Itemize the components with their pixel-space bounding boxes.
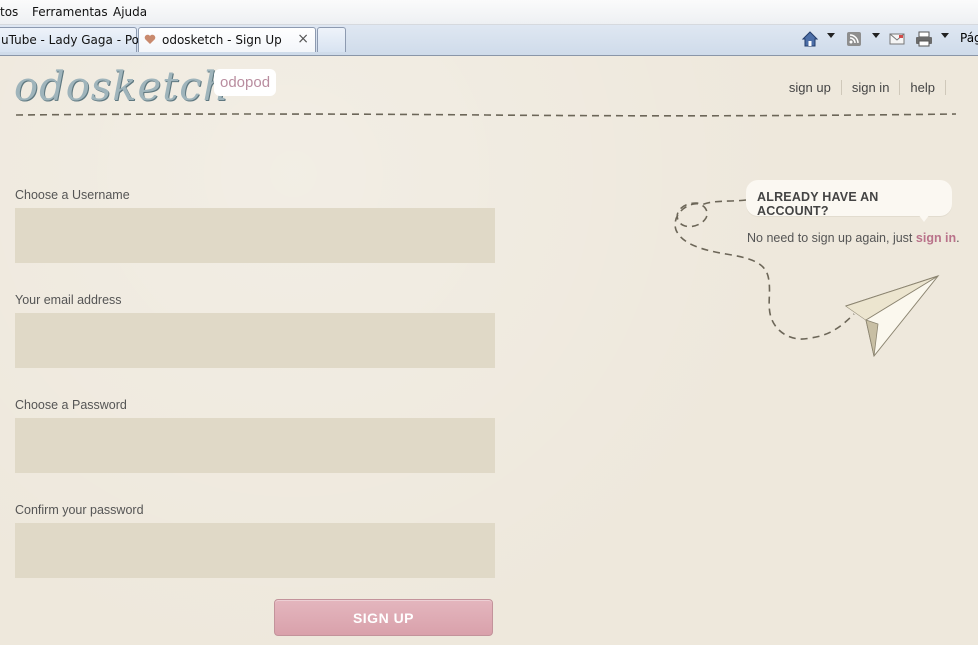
username-label: Choose a Username <box>15 188 130 202</box>
tab-label: odosketch - Sign Up <box>162 33 282 47</box>
aside-sign-in-link[interactable]: sign in <box>916 231 956 245</box>
home-icon[interactable] <box>801 30 819 48</box>
tab-label: uTube - Lady Gaga - Po... <box>1 33 151 47</box>
tab-odosketch-signup[interactable]: odosketch - Sign Up × <box>138 27 316 52</box>
rss-icon[interactable] <box>846 30 862 48</box>
nav-sign-up-link[interactable]: sign up <box>778 80 842 95</box>
print-dropdown-icon[interactable] <box>941 33 949 38</box>
tab-youtube[interactable]: uTube - Lady Gaga - Po... <box>0 27 150 52</box>
menu-item-ajuda[interactable]: Ajuda <box>113 5 147 19</box>
top-nav: sign up sign in help <box>778 80 946 95</box>
password-label: Choose a Password <box>15 398 127 412</box>
password-input[interactable] <box>15 418 495 473</box>
dashed-divider <box>16 113 956 117</box>
confirm-password-input[interactable] <box>15 523 495 578</box>
site-logo[interactable]: odosketch <box>14 64 229 110</box>
username-input[interactable] <box>15 208 495 263</box>
nav-sign-in-link[interactable]: sign in <box>841 80 901 95</box>
aside-hint: No need to sign up again, just sign in. <box>747 231 960 245</box>
menu-item-ferramentas[interactable]: Ferramentas <box>32 5 108 19</box>
email-input[interactable] <box>15 313 495 368</box>
nav-help-link[interactable]: help <box>900 80 946 95</box>
new-tab-button[interactable] <box>317 27 346 52</box>
rss-dropdown-icon[interactable] <box>872 33 880 38</box>
page-content: odosketch odopod sign up sign in help Choo… <box>0 56 978 645</box>
heart-icon <box>144 34 156 44</box>
browser-tabstrip: uTube - Lady Gaga - Po... odosketch - Si… <box>0 25 978 56</box>
bubble-tail <box>918 214 930 222</box>
close-icon[interactable]: × <box>297 31 309 47</box>
browser-menubar: tos Ferramentas Ajuda <box>0 0 978 25</box>
aside-text: No need to sign up again, just <box>747 231 913 245</box>
print-icon[interactable] <box>915 30 933 48</box>
aside-trailing: . <box>956 231 960 245</box>
mail-icon[interactable] <box>889 30 905 48</box>
paper-plane-icon <box>674 199 940 358</box>
page-menu[interactable]: Pág <box>960 31 978 45</box>
sign-up-button[interactable]: SIGN UP <box>274 599 493 636</box>
already-have-account-bubble: ALREADY HAVE AN ACCOUNT? <box>746 180 952 222</box>
odopod-badge[interactable]: odopod <box>214 69 277 96</box>
home-dropdown-icon[interactable] <box>827 33 835 38</box>
menu-item-tools-partial[interactable]: tos <box>0 5 18 19</box>
confirm-password-label: Confirm your password <box>15 503 144 517</box>
email-label: Your email address <box>15 293 122 307</box>
